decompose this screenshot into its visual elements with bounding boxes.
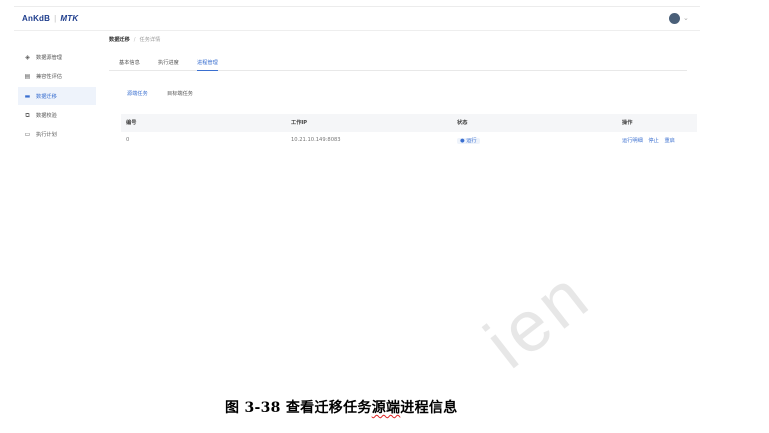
clipboard-icon: ▤ (24, 72, 31, 80)
sidebar-item-migration[interactable]: ▬ 数据迁移 (18, 87, 96, 105)
app-logo: AnKdB | MTK (22, 14, 78, 23)
tab-process-management[interactable]: 进程管理 (197, 59, 218, 71)
table-row: 0 10.21.10.149:8083 ● 运行 运行明细 停止 重启 (121, 132, 697, 150)
sidebar-item-validation[interactable]: ⧉ 数据校验 (18, 106, 96, 124)
logo-brand: AnKdB (22, 14, 51, 23)
caption-prefix: 图 3-38 查看迁移任务 (225, 400, 372, 416)
caption-suffix: 进程信息 (400, 400, 458, 416)
chevron-down-icon[interactable]: ⌄ (683, 14, 689, 22)
sidebar-item-label: 兼容性评估 (36, 73, 62, 80)
detail-tabs: 基本信息 执行进度 进程管理 (109, 57, 687, 71)
table-header: 编号 工作IP 状态 操作 (121, 114, 697, 132)
avatar[interactable] (669, 13, 680, 24)
status-text: 运行 (466, 138, 477, 144)
breadcrumb-child: 任务详情 (139, 37, 161, 43)
layers-icon: ◈ (25, 53, 30, 61)
column-header-actions: 操作 (622, 120, 633, 126)
sidebar-item-datasource[interactable]: ◈ 数据源管理 (18, 48, 96, 66)
row-id: 0 (126, 137, 130, 143)
sidebar-item-compatibility[interactable]: ▤ 兼容性评估 (18, 67, 96, 85)
watermark: ien (470, 254, 606, 384)
figure-caption: 图 3-38 查看迁移任务源端进程信息 (225, 397, 458, 417)
subtab-source-tasks[interactable]: 源端任务 (127, 90, 148, 97)
sidebar-item-label: 数据校验 (36, 112, 57, 119)
screenshot-frame: AnKdB | MTK ⌄ ◈ 数据源管理 ▤ 兼容性评估 ▬ 数据迁移 ⧉ 数据校… (14, 6, 700, 166)
top-bar: AnKdB | MTK ⌄ (14, 7, 700, 31)
logo-product: MTK (60, 14, 79, 23)
main-content: 数据迁移 / 任务详情 基本信息 执行进度 进程管理 源端任务 目标端任务 编号 工… (109, 31, 699, 167)
copy-icon: ⧉ (25, 111, 30, 119)
restart-link[interactable]: 重启 (664, 138, 674, 144)
process-table: 编号 工作IP 状态 操作 0 10.21.10.149:8083 ● 运行 运… (121, 114, 697, 150)
stop-link[interactable]: 停止 (648, 138, 658, 144)
column-header-ip: 工作IP (291, 120, 308, 126)
sidebar-item-label: 执行计划 (36, 131, 57, 138)
breadcrumb-separator: / (133, 37, 136, 43)
row-actions: 运行明细 停止 重启 (622, 137, 679, 144)
column-header-status: 状态 (457, 120, 468, 126)
breadcrumb: 数据迁移 / 任务详情 (109, 36, 160, 43)
breadcrumb-current[interactable]: 数据迁移 (109, 37, 130, 43)
calendar-icon: ▭ (24, 130, 31, 138)
sidebar-item-schedule[interactable]: ▭ 执行计划 (18, 125, 96, 143)
subtab-target-tasks[interactable]: 目标端任务 (167, 90, 193, 97)
column-header-id: 编号 (126, 120, 137, 126)
row-ip: 10.21.10.149:8083 (291, 137, 341, 143)
tab-progress[interactable]: 执行进度 (158, 59, 179, 71)
logo-divider: | (54, 14, 57, 23)
status-badge: ● 运行 (457, 137, 480, 144)
sidebar-item-label: 数据迁移 (36, 93, 57, 100)
sidebar: ◈ 数据源管理 ▤ 兼容性评估 ▬ 数据迁移 ⧉ 数据校验 ▭ 执行计划 (14, 31, 96, 167)
run-detail-link[interactable]: 运行明细 (622, 138, 643, 144)
caption-highlight: 源端 (371, 400, 401, 416)
tab-basic-info[interactable]: 基本信息 (119, 59, 140, 71)
folder-icon: ▬ (24, 92, 31, 100)
sidebar-item-label: 数据源管理 (36, 54, 62, 61)
